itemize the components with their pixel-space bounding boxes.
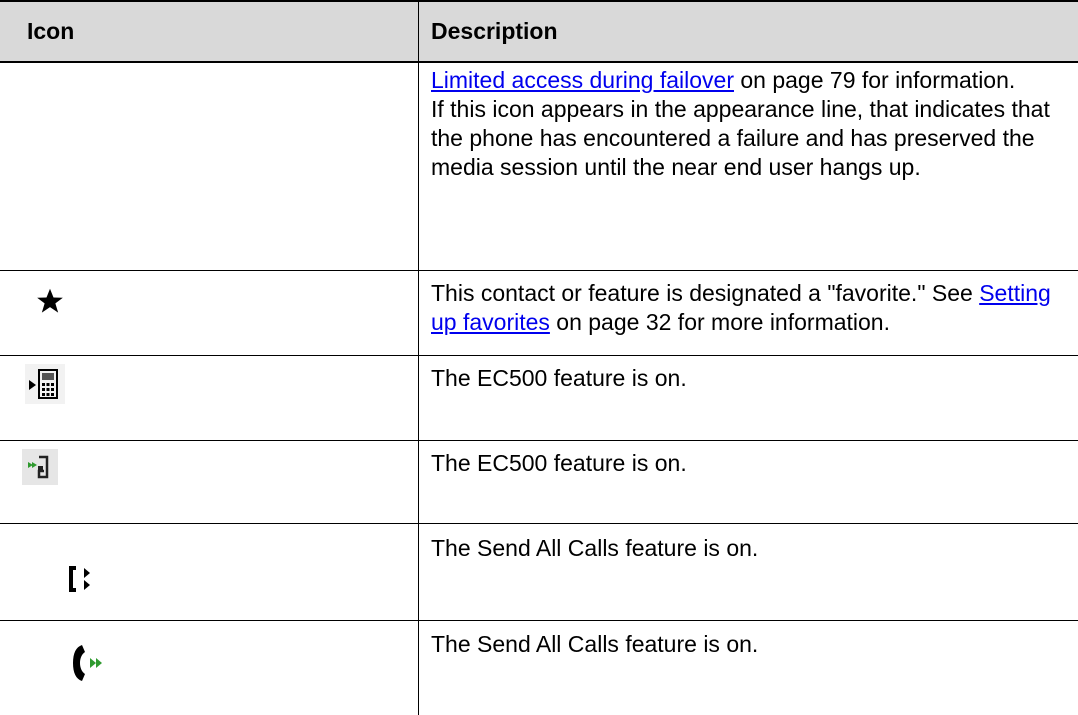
row-divider — [0, 270, 1078, 271]
table-row: The Send All Calls feature is on. — [431, 535, 759, 561]
table-row: Limited access during failover on page 7… — [431, 66, 1076, 182]
row-divider — [0, 355, 1078, 356]
row-divider — [0, 440, 1078, 441]
ec500-small-icon — [22, 449, 58, 490]
row-text: on page 32 for more information. — [549, 309, 890, 335]
row-text: on page 79 for information. — [733, 67, 1016, 93]
icon-table: Icon Description Limited access during f… — [0, 0, 1078, 715]
column-divider — [418, 0, 419, 715]
favorite-star-icon — [36, 287, 64, 320]
send-all-calls-handset-icon — [68, 641, 112, 690]
failover-link[interactable]: Limited access during failover — [431, 67, 734, 93]
table-row: This contact or feature is designated a … — [431, 279, 1076, 337]
row-divider — [0, 620, 1078, 621]
table-row: The Send All Calls feature is on. — [431, 631, 759, 657]
row-text: This contact or feature is designated a … — [431, 280, 980, 306]
description-column-header: Description — [431, 18, 558, 44]
row-divider — [0, 523, 1078, 524]
table-row: The EC500 feature is on. — [431, 450, 687, 476]
icon-column-header: Icon — [27, 18, 75, 44]
ec500-cellphone-icon — [25, 364, 65, 409]
table-header: Icon Description — [0, 0, 1078, 63]
send-all-calls-bracket-icon — [66, 563, 96, 600]
row-text: If this icon appears in the appearance l… — [431, 96, 1050, 180]
table-row: The EC500 feature is on. — [431, 365, 687, 391]
